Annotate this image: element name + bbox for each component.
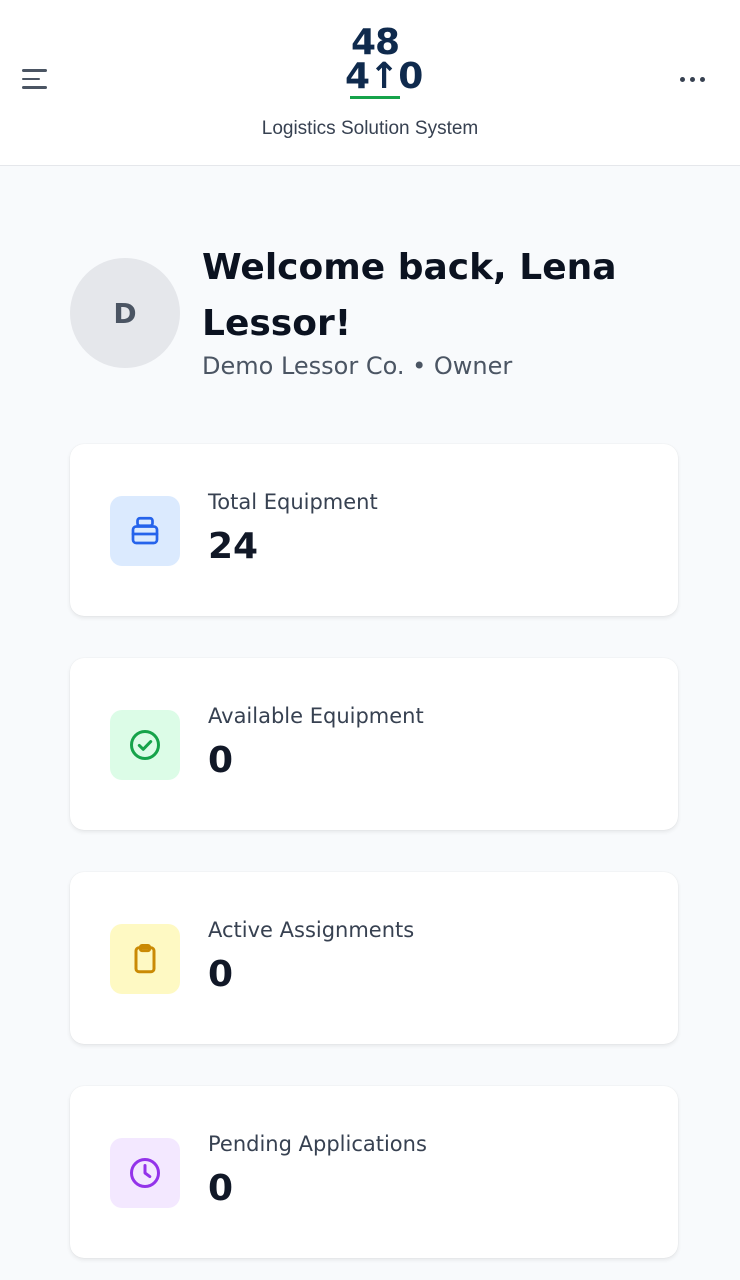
- inbox-stack-icon: [110, 496, 180, 566]
- stat-value: 24: [208, 526, 259, 567]
- stat-label: Total Equipment: [208, 490, 378, 514]
- check-circle-icon: [110, 710, 180, 780]
- app-header: 48 4↑0 Logistics Solution System: [0, 0, 740, 166]
- welcome-section: D Welcome back, Lena Lessor! Demo Lessor…: [70, 236, 690, 396]
- welcome-title: Welcome back, Lena Lessor!: [202, 247, 617, 344]
- stat-card-available-equipment[interactable]: Available Equipment 0: [70, 658, 678, 830]
- stat-value: 0: [208, 954, 234, 995]
- clipboard-icon: [110, 924, 180, 994]
- stat-label: Pending Applications: [208, 1132, 427, 1156]
- hamburger-menu-icon[interactable]: [18, 62, 54, 96]
- app-tagline: Logistics Solution System: [261, 118, 479, 139]
- avatar[interactable]: D: [70, 258, 180, 368]
- stat-label: Available Equipment: [208, 704, 424, 728]
- brand-logo[interactable]: 48 4↑0: [345, 22, 423, 100]
- more-horizontal-icon[interactable]: [672, 66, 712, 92]
- logo-line-1: 48: [350, 22, 400, 63]
- stat-card-active-assignments[interactable]: Active Assignments 0: [70, 872, 678, 1044]
- stat-value: 0: [208, 1168, 234, 1209]
- stat-card-pending-applications[interactable]: Pending Applications 0: [70, 1086, 678, 1258]
- logo-line-2: 4↑0: [345, 56, 423, 97]
- stat-value: 0: [208, 740, 234, 781]
- stat-label: Active Assignments: [208, 918, 415, 942]
- stat-card-total-equipment[interactable]: Total Equipment 24: [70, 444, 678, 616]
- clock-icon: [110, 1138, 180, 1208]
- welcome-subtitle: Demo Lessor Co. • Owner: [202, 352, 513, 380]
